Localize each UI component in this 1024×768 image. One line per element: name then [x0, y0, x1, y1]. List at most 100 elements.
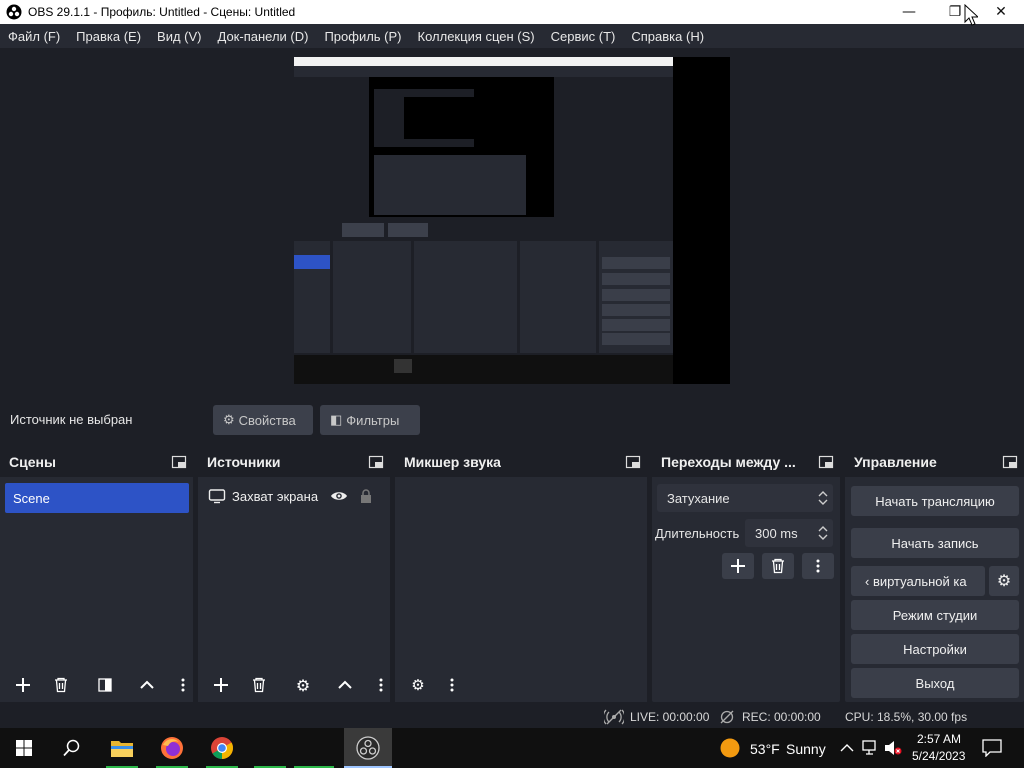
clock-time[interactable]: 2:57 AM	[917, 732, 961, 746]
move-source-up-button[interactable]	[330, 672, 360, 698]
windows-logo-icon	[16, 740, 32, 756]
virtual-camera-settings-button[interactable]: ⚙	[989, 566, 1019, 596]
speaker-muted-icon[interactable]	[884, 740, 902, 756]
transition-select[interactable]: Затухание	[657, 484, 833, 512]
menu-tools[interactable]: Сервис (T)	[543, 29, 624, 44]
window-title: OBS 29.1.1 - Профиль: Untitled - Сцены: …	[28, 5, 296, 19]
transition-select-value: Затухание	[667, 490, 730, 506]
lock-icon[interactable]	[359, 488, 373, 504]
remove-scene-button[interactable]	[46, 672, 76, 698]
mixer-settings-button[interactable]: ⚙	[403, 672, 433, 698]
float-dock-icon[interactable]	[625, 454, 641, 470]
search-button[interactable]	[48, 728, 96, 768]
start-streaming-button[interactable]: Начать трансляцию	[851, 486, 1019, 516]
settings-button[interactable]: Настройки	[851, 634, 1019, 664]
add-transition-button[interactable]	[722, 553, 754, 579]
plus-icon	[16, 678, 30, 692]
chevron-up-icon[interactable]	[840, 741, 854, 755]
obs-logo-icon	[356, 736, 380, 760]
scenes-dock: Сцены Scene	[0, 447, 193, 702]
trash-icon	[55, 677, 67, 693]
float-dock-icon[interactable]	[818, 454, 834, 470]
remove-source-button[interactable]	[244, 672, 274, 698]
weather-temperature[interactable]: 53°F	[750, 741, 780, 757]
gear-icon: ⚙	[996, 573, 1012, 590]
preview-area	[0, 48, 1024, 394]
sources-more-button[interactable]	[372, 672, 390, 698]
transition-more-button[interactable]	[802, 553, 834, 579]
start-recording-button[interactable]: Начать запись	[851, 528, 1019, 558]
filters-button[interactable]: ◧ Фильтры	[320, 405, 420, 435]
trash-icon	[253, 677, 265, 693]
scene-filters-button[interactable]	[90, 672, 120, 698]
gear-icon: ⚙	[295, 675, 311, 695]
move-scene-up-button[interactable]	[132, 672, 162, 698]
plus-icon	[731, 559, 745, 573]
menu-edit[interactable]: Правка (E)	[68, 29, 149, 44]
more-icon	[450, 678, 454, 692]
studio-mode-button[interactable]: Режим студии	[851, 600, 1019, 630]
menu-profile[interactable]: Профиль (P)	[316, 29, 409, 44]
scenes-dock-header: Сцены	[0, 447, 193, 477]
obs-taskbar-button[interactable]	[344, 728, 392, 768]
live-broadcast-icon	[604, 709, 624, 725]
monitor-icon	[208, 489, 226, 504]
scene-item[interactable]: Scene	[5, 483, 189, 513]
source-item[interactable]: Захват экрана	[208, 483, 378, 509]
chevron-up-icon	[140, 680, 154, 689]
mixer-more-button[interactable]	[443, 672, 461, 698]
sources-dock-title: Источники	[207, 454, 281, 470]
menu-bar: Файл (F) Правка (E) Вид (V) Док-панели (…	[0, 24, 1024, 48]
scenes-more-button[interactable]	[174, 672, 192, 698]
duration-label: Длительность	[655, 526, 740, 541]
mouse-cursor-icon	[964, 4, 978, 26]
plus-icon	[214, 678, 228, 692]
source-properties-button[interactable]: ⚙	[288, 672, 318, 698]
file-explorer-taskbar-button[interactable]	[98, 728, 146, 768]
chrome-taskbar-button[interactable]	[198, 728, 246, 768]
filters-label: Фильтры	[346, 412, 400, 428]
more-icon	[181, 678, 185, 692]
menu-view[interactable]: Вид (V)	[149, 29, 209, 44]
sources-dock: Источники Захват экрана ⚙	[198, 447, 390, 702]
float-dock-icon[interactable]	[368, 454, 384, 470]
spin-arrows-icon[interactable]	[817, 523, 829, 543]
preview-canvas[interactable]	[294, 57, 730, 384]
firefox-icon	[161, 737, 183, 759]
start-button[interactable]	[0, 728, 48, 768]
firefox-taskbar-button[interactable]	[148, 728, 196, 768]
start-virtual-camera-button[interactable]: ‹ виртуальной ка	[851, 566, 985, 596]
menu-scene-collection[interactable]: Коллекция сцен (S)	[410, 29, 543, 44]
float-dock-icon[interactable]	[1002, 454, 1018, 470]
float-dock-icon[interactable]	[171, 454, 187, 470]
menu-docks[interactable]: Док-панели (D)	[210, 29, 317, 44]
gears-icon: ⚙	[411, 676, 425, 694]
duration-spinbox[interactable]: 300 ms	[745, 519, 833, 547]
menu-help[interactable]: Справка (H)	[623, 29, 712, 44]
more-icon	[816, 559, 820, 573]
scenes-dock-title: Сцены	[9, 454, 56, 470]
add-source-button[interactable]	[206, 672, 236, 698]
notifications-icon[interactable]	[982, 739, 1002, 757]
chevron-updown-icon	[818, 491, 828, 505]
close-button[interactable]: ✕	[978, 0, 1024, 24]
status-bar: LIVE: 00:00:00 REC: 00:00:00 CPU: 18.5%,…	[0, 705, 1024, 728]
remove-transition-button[interactable]	[762, 553, 794, 579]
controls-dock-header: Управление	[845, 447, 1024, 477]
clock-date[interactable]: 5/24/2023	[912, 749, 965, 763]
exit-button[interactable]: Выход	[851, 668, 1019, 698]
add-scene-button[interactable]	[8, 672, 38, 698]
context-bar: Источник не выбран ⚙ Свойства ◧ Фильтры	[0, 400, 1024, 440]
title-bar: OBS 29.1.1 - Профиль: Untitled - Сцены: …	[0, 0, 1024, 24]
record-off-icon	[720, 710, 734, 724]
eye-icon[interactable]	[330, 489, 348, 503]
minimize-button[interactable]: —	[886, 0, 932, 24]
transitions-dock-title: Переходы между ...	[661, 454, 796, 470]
gear-icon: ⚙	[223, 412, 235, 427]
properties-button[interactable]: ⚙ Свойства	[213, 405, 313, 435]
network-icon[interactable]	[862, 740, 880, 756]
menu-file[interactable]: Файл (F)	[0, 29, 68, 44]
scene-item-label: Scene	[13, 490, 50, 506]
weather-condition[interactable]: Sunny	[786, 741, 826, 757]
filter-icon	[98, 678, 112, 692]
